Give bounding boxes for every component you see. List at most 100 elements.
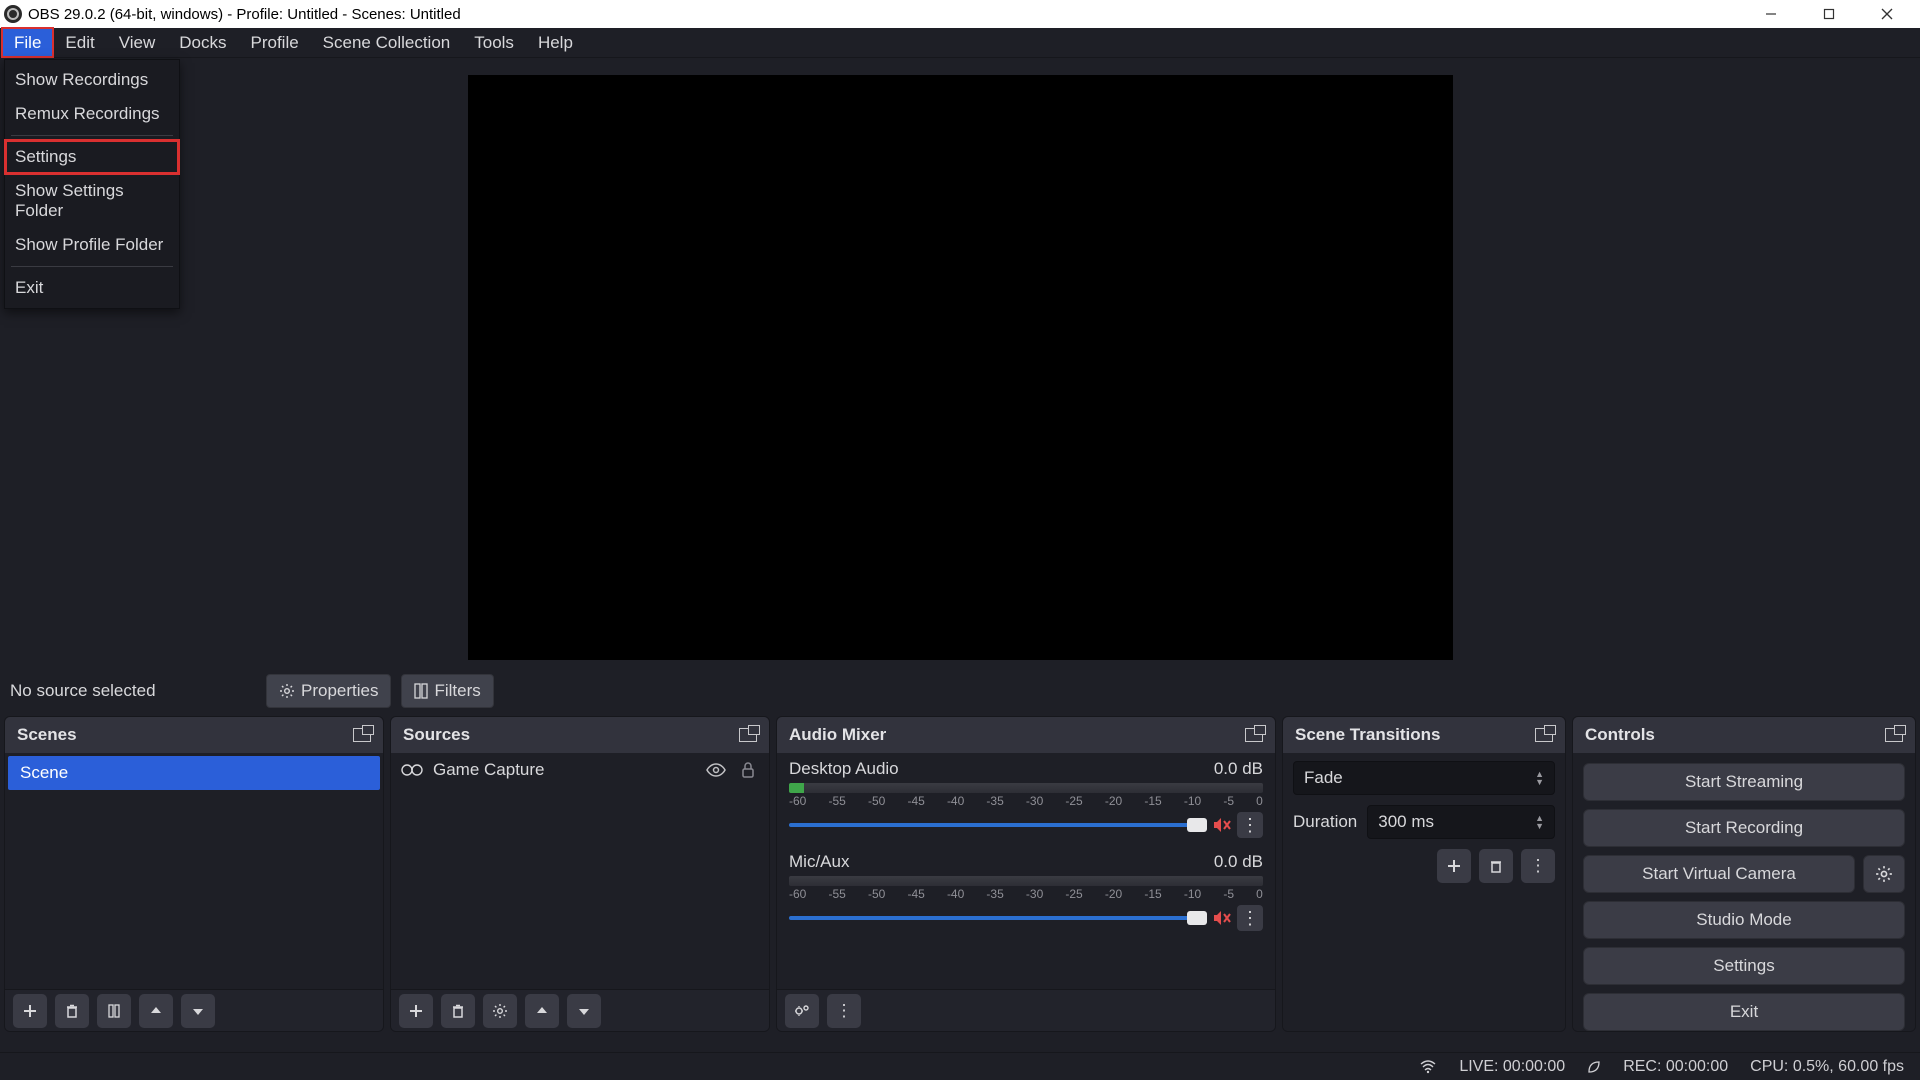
track-options-button[interactable]: ⋮ <box>1237 812 1263 838</box>
window-minimize-button[interactable] <box>1742 0 1800 28</box>
remove-transition-button[interactable] <box>1479 849 1513 883</box>
file-menu-settings[interactable]: Settings <box>5 140 179 174</box>
filters-icon <box>414 683 428 699</box>
gear-icon <box>279 683 295 699</box>
file-menu-show-profile-folder[interactable]: Show Profile Folder <box>5 228 179 262</box>
sources-list[interactable]: Game Capture <box>391 753 769 989</box>
duration-label: Duration <box>1293 812 1357 832</box>
meter-ticks: -60-55-50-45-40-35-30-25-20-15-10-50 <box>789 887 1263 901</box>
visibility-toggle-icon[interactable] <box>705 759 727 781</box>
status-bar: LIVE: 00:00:00 REC: 00:00:00 CPU: 0.5%, … <box>0 1052 1920 1080</box>
scene-filters-button[interactable] <box>97 994 131 1028</box>
volume-slider[interactable] <box>789 823 1207 827</box>
properties-button[interactable]: Properties <box>266 674 391 708</box>
controls-body: Start Streaming Start Recording Start Vi… <box>1573 753 1915 1031</box>
start-virtual-camera-button[interactable]: Start Virtual Camera <box>1583 855 1855 893</box>
scenes-list[interactable]: Scene <box>5 753 383 989</box>
source-info-bar: No source selected Properties Filters <box>0 666 1920 716</box>
remove-scene-button[interactable] <box>55 994 89 1028</box>
menu-file[interactable]: File <box>2 28 53 57</box>
advanced-audio-button[interactable] <box>785 994 819 1028</box>
sources-panel: Sources Game Capture <box>390 716 770 1032</box>
source-item[interactable]: Game Capture <box>391 753 769 787</box>
mixer-title: Audio Mixer <box>789 725 886 745</box>
window-titlebar: OBS 29.0.2 (64-bit, windows) - Profile: … <box>0 0 1920 28</box>
source-label: Game Capture <box>433 760 545 780</box>
mixer-menu-button[interactable]: ⋮ <box>827 994 861 1028</box>
meter-ticks: -60-55-50-45-40-35-30-25-20-15-10-50 <box>789 794 1263 808</box>
transition-select[interactable]: Fade ▲▼ <box>1293 761 1555 795</box>
scene-item[interactable]: Scene <box>8 756 380 790</box>
duration-spinner[interactable]: 300 ms ▲▼ <box>1367 805 1555 839</box>
lock-toggle-icon[interactable] <box>737 759 759 781</box>
popout-icon[interactable] <box>353 728 371 742</box>
menu-view[interactable]: View <box>107 28 168 57</box>
network-icon <box>1419 1060 1437 1074</box>
popout-icon[interactable] <box>1885 728 1903 742</box>
controls-title: Controls <box>1585 725 1655 745</box>
controls-panel: Controls Start Streaming Start Recording… <box>1572 716 1916 1032</box>
duration-value: 300 ms <box>1378 812 1434 832</box>
menu-separator <box>11 266 173 267</box>
controls-header: Controls <box>1573 717 1915 753</box>
studio-mode-button[interactable]: Studio Mode <box>1583 901 1905 939</box>
scenes-toolbar <box>5 989 383 1031</box>
start-recording-button[interactable]: Start Recording <box>1583 809 1905 847</box>
mute-button-icon[interactable] <box>1213 910 1231 926</box>
scenes-header: Scenes <box>5 717 383 753</box>
filters-button[interactable]: Filters <box>401 674 493 708</box>
app-logo-icon <box>4 5 22 23</box>
popout-icon[interactable] <box>1245 728 1263 742</box>
menu-tools[interactable]: Tools <box>462 28 526 57</box>
add-scene-button[interactable] <box>13 994 47 1028</box>
add-source-button[interactable] <box>399 994 433 1028</box>
track-options-button[interactable]: ⋮ <box>1237 905 1263 931</box>
start-streaming-button[interactable]: Start Streaming <box>1583 763 1905 801</box>
slider-thumb[interactable] <box>1187 911 1207 925</box>
window-maximize-button[interactable] <box>1800 0 1858 28</box>
menu-scene-collection[interactable]: Scene Collection <box>311 28 463 57</box>
track-name: Mic/Aux <box>789 852 849 872</box>
sources-toolbar <box>391 989 769 1031</box>
transitions-body: Fade ▲▼ Duration 300 ms ▲▼ ⋮ <box>1283 753 1565 1031</box>
live-status: LIVE: 00:00:00 <box>1459 1058 1565 1076</box>
dock-panels: Scenes Scene Sources Game Capture <box>0 716 1920 1032</box>
preview-canvas[interactable] <box>468 75 1453 660</box>
menu-help[interactable]: Help <box>526 28 585 57</box>
properties-label: Properties <box>301 681 378 701</box>
transition-options-button[interactable]: ⋮ <box>1521 849 1555 883</box>
menu-separator <box>11 135 173 136</box>
virtual-camera-settings-button[interactable] <box>1863 855 1905 893</box>
file-menu-show-recordings[interactable]: Show Recordings <box>5 63 179 97</box>
spinner-arrows-icon: ▲▼ <box>1535 814 1544 830</box>
volume-slider[interactable] <box>789 916 1207 920</box>
add-transition-button[interactable] <box>1437 849 1471 883</box>
file-menu-remux-recordings[interactable]: Remux Recordings <box>5 97 179 131</box>
file-menu-dropdown: Show Recordings Remux Recordings Setting… <box>4 59 180 309</box>
mute-button-icon[interactable] <box>1213 817 1231 833</box>
menu-profile[interactable]: Profile <box>238 28 310 57</box>
move-scene-up-button[interactable] <box>139 994 173 1028</box>
sources-header: Sources <box>391 717 769 753</box>
mixer-header: Audio Mixer <box>777 717 1275 753</box>
settings-button[interactable]: Settings <box>1583 947 1905 985</box>
menu-edit[interactable]: Edit <box>53 28 106 57</box>
exit-button[interactable]: Exit <box>1583 993 1905 1031</box>
popout-icon[interactable] <box>739 728 757 742</box>
scenes-title: Scenes <box>17 725 77 745</box>
move-source-down-button[interactable] <box>567 994 601 1028</box>
file-menu-exit[interactable]: Exit <box>5 271 179 305</box>
mixer-track-desktop: Desktop Audio 0.0 dB -60-55-50-45-40-35-… <box>777 753 1275 840</box>
move-source-up-button[interactable] <box>525 994 559 1028</box>
window-close-button[interactable] <box>1858 0 1916 28</box>
popout-icon[interactable] <box>1535 728 1553 742</box>
game-capture-icon <box>401 763 423 777</box>
audio-meter <box>789 783 1263 793</box>
source-properties-button[interactable] <box>483 994 517 1028</box>
file-menu-show-settings-folder[interactable]: Show Settings Folder <box>5 174 179 228</box>
remove-source-button[interactable] <box>441 994 475 1028</box>
move-scene-down-button[interactable] <box>181 994 215 1028</box>
track-level: 0.0 dB <box>1214 759 1263 779</box>
menu-docks[interactable]: Docks <box>167 28 238 57</box>
slider-thumb[interactable] <box>1187 818 1207 832</box>
